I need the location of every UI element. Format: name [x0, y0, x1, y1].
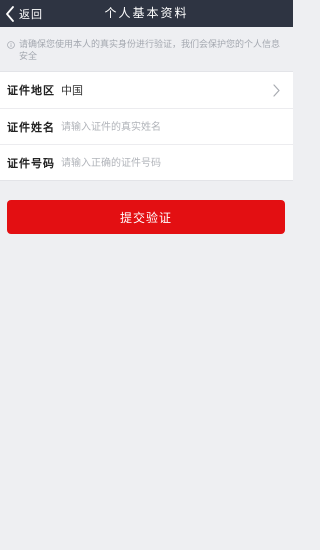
- page: 返回 个人基本资料 请确保您使用本人的真实身份进行验证，我们会保护您的个人信息安…: [0, 0, 293, 550]
- region-label: 证件地区: [7, 84, 55, 97]
- submit-button[interactable]: 提交验证: [7, 200, 285, 234]
- notice: 请确保您使用本人的真实身份进行验证，我们会保护您的个人信息安全: [0, 27, 293, 69]
- info-icon: [7, 41, 15, 49]
- chevron-right-icon: [273, 83, 280, 97]
- name-row: 证件姓名: [0, 109, 293, 145]
- nav-bar: 返回 个人基本资料: [0, 0, 293, 27]
- id-number-input[interactable]: [57, 151, 282, 175]
- region-value: 中国: [61, 84, 83, 97]
- name-input[interactable]: [57, 115, 282, 139]
- verification-form: 证件地区 中国 证件姓名 证件号码: [0, 71, 293, 181]
- id-number-row: 证件号码: [0, 145, 293, 181]
- notice-text: 请确保您使用本人的真实身份进行验证，我们会保护您的个人信息安全: [19, 40, 281, 62]
- id-number-label: 证件号码: [7, 157, 55, 170]
- region-row[interactable]: 证件地区 中国: [0, 72, 293, 108]
- page-title: 个人基本资料: [104, 6, 189, 20]
- name-label: 证件姓名: [7, 121, 55, 134]
